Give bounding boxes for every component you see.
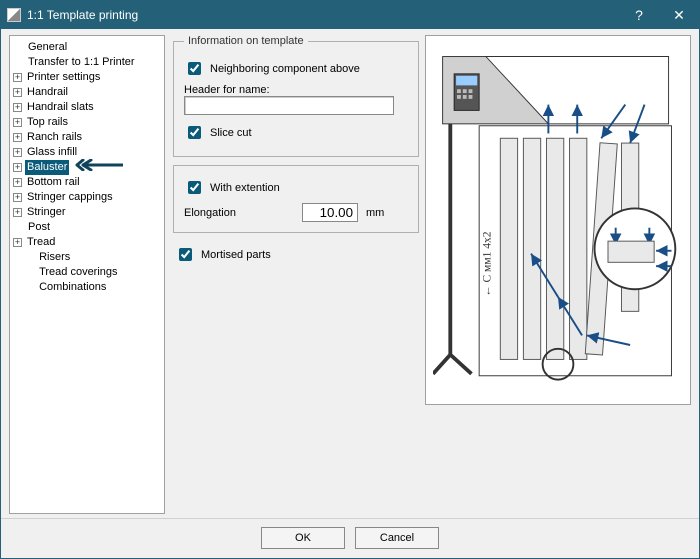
tree-item-combinations[interactable]: Combinations [12,280,162,295]
tree-item-label[interactable]: Combinations [37,280,108,295]
tree-expander-icon[interactable]: + [13,238,22,247]
dialog-footer: OK Cancel [1,518,699,558]
tree-expander-icon[interactable]: + [13,73,22,82]
lbl-mortised-parts[interactable]: Mortised parts [201,249,271,261]
tree-item-label[interactable]: Glass infill [25,145,79,160]
tree-item-tread[interactable]: +Tread [12,235,162,250]
tree-connector [12,280,27,295]
tree-expander-icon[interactable]: + [13,88,22,97]
titlebar: 1:1 Template printing ? ✕ [1,1,699,29]
tree-expander-icon[interactable]: + [13,193,22,202]
chk-mortised-parts[interactable] [179,248,192,261]
lbl-with-extension[interactable]: With extention [210,182,280,194]
cancel-button[interactable]: Cancel [355,527,439,549]
chk-slice-cut[interactable] [188,126,201,139]
tree-item-handrail[interactable]: +Handrail [12,85,162,100]
chk-with-extension[interactable] [188,181,201,194]
tree-item-stringer[interactable]: +Stringer [12,205,162,220]
tree-item-printer-settings[interactable]: +Printer settings [12,70,162,85]
tree-item-ranch-rails[interactable]: +Ranch rails [12,130,162,145]
tree-item-label[interactable]: Tread [25,235,57,250]
tree-item-baluster[interactable]: +Baluster [12,160,162,175]
svg-text:← C ᴍᴍ1 4x2: ← C ᴍᴍ1 4x2 [482,231,494,297]
tree-item-label[interactable]: Handrail [25,85,70,100]
window-title: 1:1 Template printing [27,8,138,22]
tree-connector [12,250,27,265]
input-elongation[interactable] [302,203,358,222]
lbl-header-for-name: Header for name: [184,84,408,96]
unit-elongation: mm [366,207,384,219]
tree-expander-icon[interactable]: + [13,208,22,217]
tree-item-label[interactable]: Transfer to 1:1 Printer [26,55,137,70]
tree-expander-icon[interactable]: + [13,103,22,112]
tree-item-glass-infill[interactable]: +Glass infill [12,145,162,160]
tree-item-label[interactable]: Printer settings [25,70,102,85]
tree-expander-icon[interactable]: + [13,118,22,127]
tree-item-label[interactable]: Handrail slats [25,100,96,115]
tree-expander-icon[interactable]: + [13,163,22,172]
tree-item-label[interactable]: Top rails [25,115,70,130]
preview-image: ← C ᴍᴍ1 4x2 [425,35,691,405]
dialog-window: 1:1 Template printing ? ✕ GeneralTransfe… [0,0,700,559]
tree-item-label[interactable]: Bottom rail [25,175,82,190]
close-button[interactable]: ✕ [659,1,699,29]
lbl-slice-cut[interactable]: Slice cut [210,127,252,139]
app-icon [7,8,21,22]
group-info-on-template: Information on template Neighboring comp… [173,35,419,157]
input-header-for-name[interactable] [184,96,394,115]
tree-item-label[interactable]: General [26,40,69,55]
tree-item-label[interactable]: Stringer [25,205,68,220]
tree-item-label[interactable]: Tread coverings [37,265,119,280]
tree-item-label[interactable]: Baluster [25,160,69,175]
lbl-elongation: Elongation [184,207,294,219]
tree-item-post[interactable]: Post [12,220,162,235]
ok-button[interactable]: OK [261,527,345,549]
chk-neighboring-above[interactable] [188,62,201,75]
tree-expander-icon[interactable]: + [13,148,22,157]
tree-item-handrail-slats[interactable]: +Handrail slats [12,100,162,115]
tree-item-tread-coverings[interactable]: Tread coverings [12,265,162,280]
tree-expander-icon[interactable]: + [13,178,22,187]
tree-item-label[interactable]: Risers [37,250,72,265]
tree-item-label[interactable]: Post [26,220,52,235]
help-button[interactable]: ? [619,1,659,29]
lbl-neighboring-above[interactable]: Neighboring component above [210,63,360,75]
tree-item-general[interactable]: General [12,40,162,55]
tree-item-label[interactable]: Ranch rails [25,130,84,145]
group-extension: With extention Elongation mm [173,165,419,233]
tree-connector [12,265,27,280]
tree-item-bottom-rail[interactable]: +Bottom rail [12,175,162,190]
tree-expander-icon[interactable]: + [13,133,22,142]
tree-item-stringer-cappings[interactable]: +Stringer cappings [12,190,162,205]
tree-item-risers[interactable]: Risers [12,250,162,265]
nav-tree[interactable]: GeneralTransfer to 1:1 Printer+Printer s… [9,35,165,514]
tree-item-top-rails[interactable]: +Top rails [12,115,162,130]
client-area: GeneralTransfer to 1:1 Printer+Printer s… [1,29,699,558]
group-legend: Information on template [184,35,308,47]
tree-item-transfer-to-1-1-printer[interactable]: Transfer to 1:1 Printer [12,55,162,70]
callout-arrow-icon [75,159,123,176]
tree-item-label[interactable]: Stringer cappings [25,190,115,205]
